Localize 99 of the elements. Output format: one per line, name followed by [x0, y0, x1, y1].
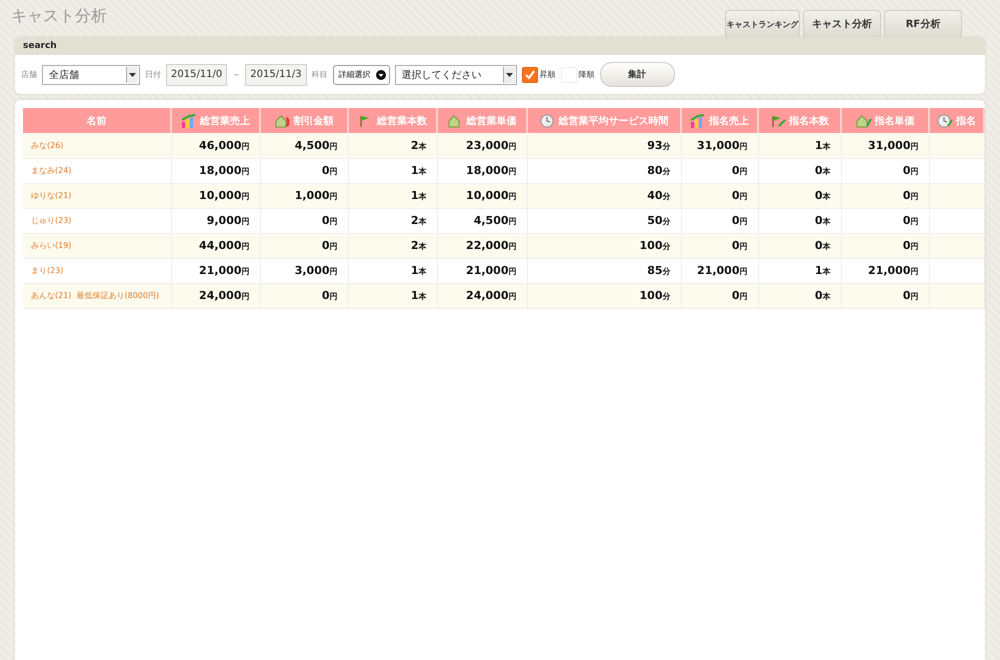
bar-chart-icon — [690, 114, 706, 128]
table-cell: 1本 — [348, 258, 437, 283]
tab[interactable]: RF分析 — [884, 10, 962, 37]
table-cell: 31,000円 — [681, 133, 758, 158]
table-cell: 0円 — [681, 208, 758, 233]
table-cell: 10,000円 — [437, 183, 527, 208]
name-cell: みな(26) — [23, 133, 171, 158]
table-cell: 0円 — [260, 158, 348, 183]
name-cell: あんな(21) 最低保証あり(8000円) — [23, 283, 171, 308]
column-title: 指名売上 — [709, 114, 749, 128]
table-cell: 1本 — [348, 283, 437, 308]
name-cell: ゆりな(21) — [23, 183, 171, 208]
column-title: 名前 — [86, 114, 106, 128]
table-cell: 0円 — [841, 233, 929, 258]
date-separator: ～ — [232, 69, 240, 80]
table-cell: 1本 — [348, 158, 437, 183]
table-cell: 0円 — [681, 283, 758, 308]
checkbox-label: 降順 — [578, 69, 595, 80]
table-cell: 18,000円 — [171, 158, 260, 183]
table-cell: 85分 — [527, 258, 681, 283]
table-cell: 23,000円 — [437, 133, 527, 158]
table-cell: 46,000円 — [171, 133, 260, 158]
house-pencil-icon — [856, 114, 872, 128]
table-cell: 0円 — [681, 158, 758, 183]
column-title: 総営業本数 — [377, 114, 427, 128]
table-cell: 0円 — [841, 208, 929, 233]
checkbox[interactable] — [522, 66, 538, 82]
store-label: 店舗 — [21, 69, 37, 80]
checkbox-label: 昇順 — [540, 69, 556, 80]
submit-button[interactable]: 集計 — [600, 62, 675, 87]
table-cell: 0本 — [758, 183, 841, 208]
table-cell: 44,000円 — [171, 233, 260, 258]
column-title: 指名 — [956, 114, 976, 128]
table-cell: 0円 — [260, 208, 348, 233]
subject-select[interactable]: 選択してください — [394, 64, 517, 84]
name-cell: まなみ(24) — [23, 158, 171, 183]
column-title: 総営業単価 — [466, 114, 516, 128]
table-cell: 0円 — [841, 283, 929, 308]
table-cell: 1,000円 — [260, 183, 348, 208]
date-to-field[interactable]: 2015/11/3 — [245, 64, 307, 86]
table-cell: 100分 — [527, 233, 681, 258]
table-cell: 21,000円 — [681, 258, 758, 283]
table-cell: 24,000円 — [437, 283, 527, 308]
clock-pencil-icon — [937, 114, 953, 128]
table-cell: 24,000円 — [171, 283, 260, 308]
panel-title: search — [23, 41, 57, 51]
flag-pencil-icon — [770, 114, 786, 128]
table-cell: 80分 — [527, 158, 681, 183]
table-cell: 10,000円 — [171, 183, 260, 208]
date-from-field[interactable]: 2015/11/0 — [166, 64, 228, 86]
table-cell: 4,500円 — [437, 208, 527, 233]
column-title: 割引金額 — [294, 114, 334, 128]
table-cell: 0本 — [758, 208, 841, 233]
name-cell: じゅり(23) — [23, 208, 171, 233]
table-cell: 21,000円 — [437, 258, 527, 283]
bar-chart-icon — [181, 114, 197, 128]
page-title: キャスト分析 — [11, 6, 107, 27]
table-cell: 1本 — [348, 183, 437, 208]
table-cell: 100分 — [527, 283, 681, 308]
table-cell: 21,000円 — [171, 258, 260, 283]
table-cell: 4,500円 — [260, 133, 348, 158]
detail-select-button[interactable]: 詳細選択 — [332, 64, 390, 84]
table-cell: 1本 — [758, 133, 841, 158]
house-arrow-icon — [274, 114, 290, 128]
clock-icon — [540, 114, 556, 128]
name-cell: まり(23) — [23, 258, 171, 283]
table-cell: 0円 — [681, 183, 758, 208]
tab[interactable]: キャスト分析 — [803, 10, 881, 37]
caret-icon — [376, 70, 386, 80]
name-cell: みらい(19) — [23, 233, 171, 258]
subject-label: 科目 — [312, 69, 328, 80]
table-cell: 0本 — [758, 283, 841, 308]
table-cell: 18,000円 — [437, 158, 527, 183]
table-cell: 2本 — [348, 208, 437, 233]
table-cell: 31,000円 — [841, 133, 929, 158]
table-cell: 93分 — [527, 133, 681, 158]
tab[interactable]: キャストランキング — [725, 10, 800, 37]
date-label: 日付 — [145, 69, 161, 80]
table-cell: 0本 — [758, 233, 841, 258]
table-cell: 0円 — [681, 233, 758, 258]
column-title: 指名本数 — [789, 114, 829, 128]
store-select[interactable]: 全店舗 — [42, 64, 140, 84]
table-cell: 9,000円 — [171, 208, 260, 233]
table-cell: 0円 — [841, 183, 929, 208]
column-title: 総営業平均サービス時間 — [558, 114, 668, 128]
table-cell: 22,000円 — [437, 233, 527, 258]
table-cell: 3,000円 — [260, 258, 348, 283]
table-cell: 50分 — [527, 208, 681, 233]
table-cell: 21,000円 — [841, 258, 929, 283]
table-cell: 2本 — [348, 133, 437, 158]
table-cell: 0円 — [260, 233, 348, 258]
table-cell: 0円 — [260, 283, 348, 308]
table-cell: 0円 — [841, 158, 929, 183]
table-cell: 1本 — [758, 258, 841, 283]
column-title: 指名単価 — [874, 114, 914, 128]
table-cell: 40分 — [527, 183, 681, 208]
column-title: 総営業売上 — [200, 114, 250, 128]
table-cell: 0本 — [758, 158, 841, 183]
table-cell: 2本 — [348, 233, 437, 258]
